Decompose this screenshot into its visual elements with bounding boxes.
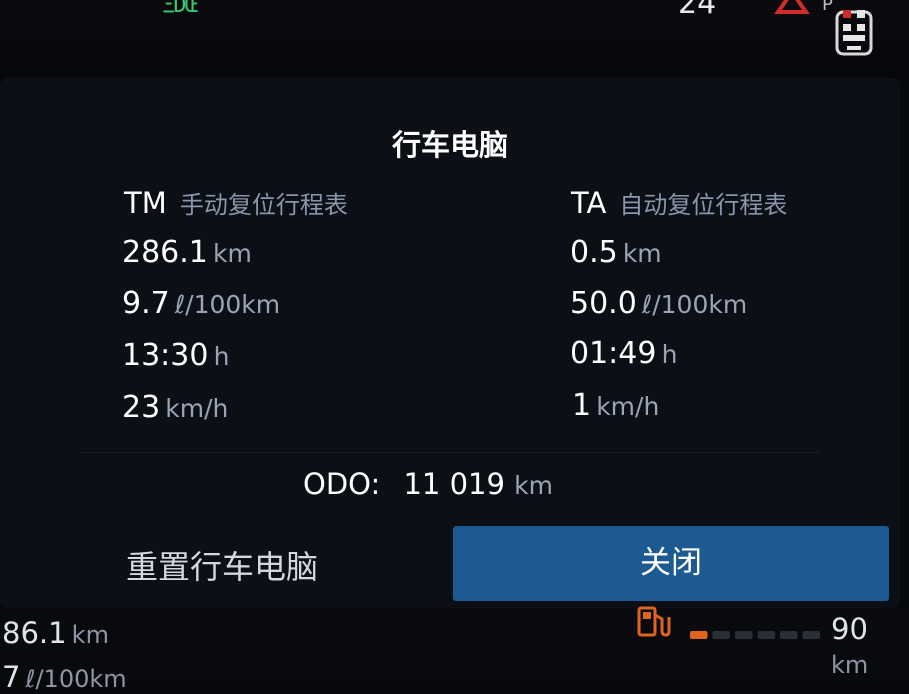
panel-title: 行车电脑 [391,128,508,162]
tm-time-value: 13:30 [122,338,209,373]
headlight-beam-icon: ΞDŒ [162,0,198,18]
fuel-level-gauge [690,625,820,639]
tm-time: 13:30 h [122,338,229,373]
ta-avg-speed-unit: km/h [596,392,660,421]
odometer-label: ODO: [303,467,381,501]
range-value: 90 [831,612,868,646]
odometer: ODO: 11 019 km [303,467,553,501]
ta-avg-speed-value: 1 [572,388,592,423]
tm-distance-value: 286.1 [122,235,208,270]
tm-avg-speed-value: 23 [122,390,161,425]
ta-consumption: 50.0 ℓ/100km [570,286,747,321]
fuel-gauge-segment [802,631,820,639]
ta-consumption-unit: ℓ/100km [641,290,748,319]
tm-distance: 286.1 km [122,235,252,270]
cluster-top-strip [0,0,909,78]
range-readout: 90 km [831,612,909,680]
fuel-gauge-segment [735,631,753,639]
ta-label: 自动复位行程表 [619,191,788,219]
reset-trip-computer-button[interactable]: 重置行车电脑 [112,533,426,601]
range-unit: km [831,651,869,679]
fuel-pump-icon [636,605,672,639]
bottom-trip-consumption-value: 7 [2,660,21,694]
fuel-gauge-segment [712,631,730,639]
fuel-gauge-segment [780,631,798,639]
tm-avg-speed: 23 km/h [122,390,228,425]
ta-time: 01:49 h [570,336,677,371]
bottom-trip-distance-value: 86.1 [2,616,67,650]
fuel-gauge-segment [757,631,775,639]
ta-time-value: 01:49 [570,336,657,371]
ta-avg-speed: 1 km/h [572,388,659,423]
ta-distance-value: 0.5 [570,235,618,270]
bottom-trip-consumption: 7 ℓ/100km [2,660,127,694]
fuel-gauge-segment [690,631,708,639]
tm-header: TM 手动复位行程表 [124,185,348,220]
ta-code: TA [571,186,607,220]
tm-consumption: 9.7 ℓ/100km [122,286,280,321]
warning-icon [774,0,814,16]
gear-indicator: P [822,0,833,15]
bottom-trip-consumption-unit: ℓ/100km [25,665,127,693]
door-status-icon [833,4,875,58]
odometer-value: 11 019 [403,467,505,501]
ta-time-unit: h [661,340,678,369]
ta-consumption-value: 50.0 [570,286,637,321]
bottom-trip-distance-unit: km [71,621,109,649]
ta-distance: 0.5 km [570,235,662,270]
tm-time-unit: h [213,342,230,371]
speed-readout: 24 [678,0,717,21]
tm-consumption-unit: ℓ/100km [174,290,281,319]
ta-header: TA 自动复位行程表 [571,185,787,220]
close-button[interactable]: 关闭 [453,526,889,601]
ta-distance-unit: km [622,239,662,268]
bottom-trip-distance: 86.1 km [2,616,109,650]
panel-divider [80,452,820,453]
tm-code: TM [124,186,167,220]
odometer-unit: km [514,471,554,500]
cluster-bottom-strip [0,608,909,682]
tm-distance-unit: km [212,239,252,268]
tm-avg-speed-unit: km/h [165,394,229,423]
tm-consumption-value: 9.7 [122,286,170,321]
tm-label: 手动复位行程表 [179,191,348,219]
